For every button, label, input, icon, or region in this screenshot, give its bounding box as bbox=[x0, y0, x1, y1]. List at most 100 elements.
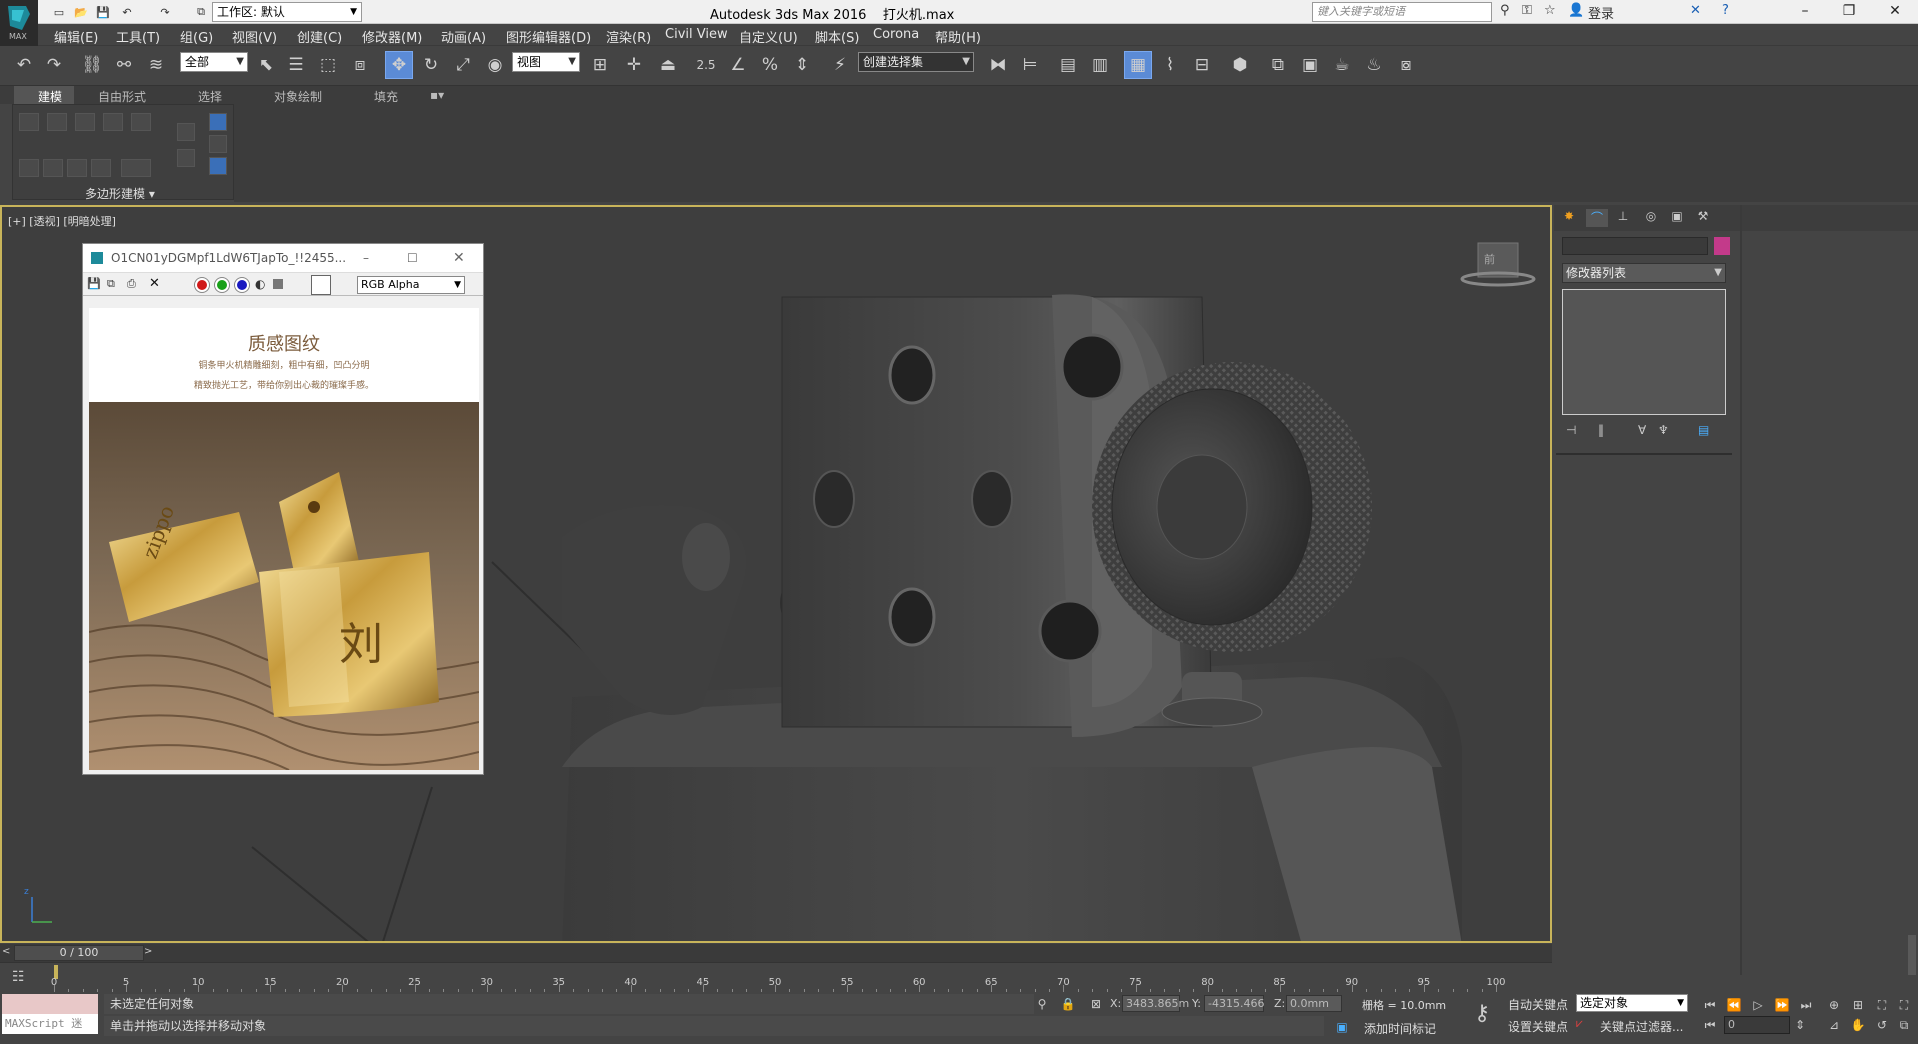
menu-customize[interactable]: 自定义(U) bbox=[739, 27, 798, 46]
clear-icon[interactable]: ✕ bbox=[149, 276, 160, 291]
go-to-start-icon[interactable]: ⏮ bbox=[1700, 996, 1720, 1014]
edit-named-selection-icon[interactable]: ⚡ bbox=[826, 51, 854, 79]
object-name-field[interactable] bbox=[1562, 237, 1708, 255]
named-selection-dropdown[interactable]: 创建选择集 ▼ bbox=[858, 52, 974, 72]
menu-tools[interactable]: 工具(T) bbox=[116, 27, 160, 46]
zoom-extents-all-icon[interactable]: ⛶ bbox=[1894, 996, 1914, 1014]
scene-explorer-icon[interactable]: ▦ bbox=[1124, 51, 1152, 79]
x-coordinate-field[interactable]: 3483.865m bbox=[1122, 995, 1189, 1012]
binoculars-icon[interactable]: ⚲ bbox=[1500, 3, 1510, 18]
search-input[interactable]: 键入关键字或短语 bbox=[1312, 2, 1492, 22]
select-by-name-icon[interactable]: ☰ bbox=[282, 51, 310, 79]
modifier-list-dropdown[interactable]: 修改器列表 ▼ bbox=[1562, 263, 1726, 283]
viewport-label[interactable]: [+] [透视] [明暗处理] bbox=[8, 213, 116, 229]
frame-spinner-icon[interactable]: ⇕ bbox=[1790, 1016, 1810, 1034]
restore-button[interactable]: ❐ bbox=[1826, 0, 1872, 24]
undo-icon[interactable]: ↶ bbox=[118, 3, 136, 21]
menu-create[interactable]: 创建(C) bbox=[297, 27, 342, 46]
time-tag-icon[interactable]: ▣ bbox=[1332, 1018, 1352, 1036]
bind-space-warp-icon[interactable]: ≋ bbox=[142, 51, 170, 79]
next-frame-arrow[interactable]: > bbox=[144, 946, 156, 960]
undo-icon[interactable]: ↶ bbox=[10, 51, 38, 79]
modify-mode-icon[interactable] bbox=[177, 123, 195, 141]
y-coordinate-field[interactable]: -4315.466 bbox=[1204, 995, 1264, 1012]
close-button[interactable]: ✕ bbox=[1872, 0, 1918, 24]
select-and-place-icon[interactable]: ◉ bbox=[481, 51, 509, 79]
orbit-icon[interactable]: ↺ bbox=[1872, 1016, 1892, 1034]
open-file-icon[interactable]: 📂 bbox=[72, 3, 90, 21]
object-color-swatch[interactable] bbox=[1714, 237, 1730, 255]
red-channel-icon[interactable] bbox=[195, 278, 209, 292]
alpha-channel-icon[interactable]: ◐ bbox=[255, 277, 265, 291]
green-channel-icon[interactable] bbox=[215, 278, 229, 292]
selection-filter-dropdown[interactable]: 全部 ▼ bbox=[180, 52, 248, 72]
menu-graph-editors[interactable]: 图形编辑器(D) bbox=[506, 27, 591, 46]
render-production-icon[interactable]: ☕ bbox=[1328, 51, 1356, 79]
menu-group[interactable]: 组(G) bbox=[180, 27, 213, 46]
panel-title-poly-modeling[interactable]: 多边形建模 ▾ bbox=[85, 185, 155, 202]
add-time-tag-button[interactable]: 添加时间标记 bbox=[1364, 1020, 1436, 1037]
key-mode-toggle-icon[interactable]: ⏮ bbox=[1700, 1016, 1720, 1034]
redo-icon[interactable]: ↷ bbox=[40, 51, 68, 79]
polygon-icon[interactable] bbox=[103, 113, 123, 131]
set-key-mode-icon[interactable]: ⚷ bbox=[1460, 992, 1504, 1036]
menu-scripting[interactable]: 脚本(S) bbox=[815, 27, 859, 46]
spinner-snap-icon[interactable]: ⇕ bbox=[788, 51, 816, 79]
minimize-button[interactable]: – bbox=[363, 244, 369, 272]
new-file-icon[interactable]: ▭ bbox=[50, 3, 68, 21]
paint-deform-icon[interactable] bbox=[19, 159, 39, 177]
key-filters-button[interactable]: 关键点过滤器... bbox=[1600, 1018, 1683, 1035]
material-editor-icon[interactable]: ⬢ bbox=[1226, 51, 1254, 79]
relax-icon[interactable] bbox=[67, 159, 87, 177]
zoom-icon[interactable]: ⊕ bbox=[1824, 996, 1844, 1014]
ribbon-options-icon[interactable]: ▪▾ bbox=[430, 88, 444, 102]
pivot-center-icon[interactable]: ⊞ bbox=[586, 51, 614, 79]
time-slider[interactable]: 0 / 100 bbox=[14, 945, 144, 961]
zoom-extents-icon[interactable]: ⛶ bbox=[1872, 996, 1892, 1014]
copy-image-icon[interactable]: ⧉ bbox=[107, 277, 115, 291]
menu-edit[interactable]: 编辑(E) bbox=[54, 27, 98, 46]
absolute-mode-icon[interactable]: ⊠ bbox=[1086, 995, 1106, 1013]
field-of-view-icon[interactable]: ⊿ bbox=[1824, 1016, 1844, 1034]
show-end-result-icon[interactable]: ‖ bbox=[1598, 423, 1604, 437]
hide-icon[interactable] bbox=[91, 159, 111, 177]
save-file-icon[interactable]: 💾 bbox=[94, 3, 112, 21]
render-activeshade-icon[interactable]: ⧇ bbox=[1392, 51, 1420, 79]
menu-help[interactable]: 帮助(H) bbox=[935, 27, 981, 46]
tab-object-paint[interactable]: 对象绘制 bbox=[274, 88, 322, 105]
rect-selection-icon[interactable]: ⬚ bbox=[314, 51, 342, 79]
current-frame-field[interactable]: 0 bbox=[1724, 1016, 1790, 1034]
modifier-stack[interactable] bbox=[1562, 289, 1726, 415]
subscription-icon[interactable]: ⚿ bbox=[1522, 3, 1532, 18]
display-tab-icon[interactable]: ▣ bbox=[1666, 209, 1688, 227]
previous-frame-icon[interactable]: ⏪ bbox=[1724, 996, 1744, 1014]
keyboard-shortcut-icon[interactable]: ⏏ bbox=[654, 51, 682, 79]
prev-frame-arrow[interactable]: < bbox=[2, 946, 14, 960]
collapse-stack-icon[interactable] bbox=[209, 135, 227, 153]
make-planar-icon[interactable] bbox=[43, 159, 63, 177]
select-and-rotate-icon[interactable]: ↻ bbox=[417, 51, 445, 79]
tab-selection[interactable]: 选择 bbox=[198, 88, 222, 105]
help-icon[interactable]: ? bbox=[1722, 3, 1729, 18]
percent-snap-icon[interactable]: % bbox=[756, 51, 784, 79]
save-image-icon[interactable]: 💾 bbox=[87, 277, 101, 290]
unlink-icon[interactable]: ⚯ bbox=[110, 51, 138, 79]
login-link[interactable]: 登录 bbox=[1588, 3, 1614, 22]
mirror-icon[interactable]: ⧓ bbox=[984, 51, 1012, 79]
panel-scrollbar[interactable] bbox=[1908, 935, 1916, 975]
tab-populate[interactable]: 填充 bbox=[374, 88, 398, 105]
render-window-titlebar[interactable]: O1CN01yDGMpf1LdW6TJapTo_!!2455... – ☐ ✕ bbox=[83, 244, 483, 272]
menu-views[interactable]: 视图(V) bbox=[232, 27, 277, 46]
maximize-viewport-icon[interactable]: ⧉ bbox=[1894, 1016, 1914, 1034]
play-icon[interactable]: ▷ bbox=[1748, 996, 1768, 1014]
link-icon[interactable]: ⛓ bbox=[78, 51, 106, 79]
redo-icon[interactable]: ↷ bbox=[156, 3, 174, 21]
menu-rendering[interactable]: 渲染(R) bbox=[606, 27, 651, 46]
blue-channel-icon[interactable] bbox=[235, 278, 249, 292]
toggle-ribbon-icon[interactable]: ▥ bbox=[1086, 51, 1114, 79]
curve-editor-icon[interactable]: ⌇ bbox=[1156, 51, 1184, 79]
viewcube-face-label[interactable]: 前 bbox=[1484, 251, 1495, 267]
element-icon[interactable] bbox=[131, 113, 151, 131]
set-key-button[interactable]: 设置关键点 bbox=[1508, 1018, 1568, 1035]
show-end-result-icon[interactable] bbox=[209, 157, 227, 175]
